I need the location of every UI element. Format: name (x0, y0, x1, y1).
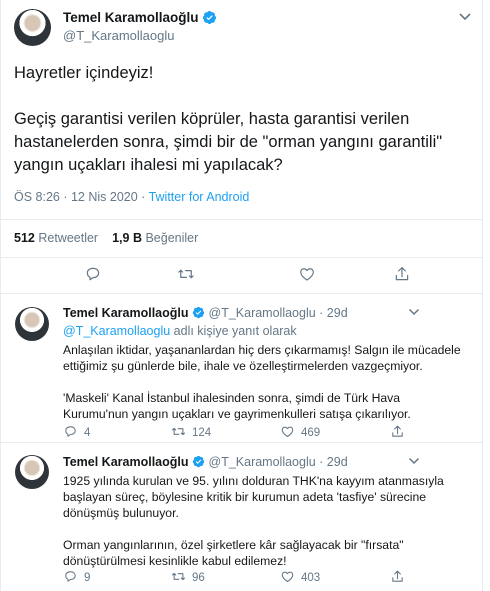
share-icon (392, 570, 403, 582)
replying-to: @T_Karamollaoglu adlı kişiye yanıt olara… (63, 324, 297, 338)
divider (1, 219, 482, 220)
reply-age[interactable]: 29d (327, 455, 348, 469)
reply-text: 1925 yılında kurulan ve 95. yılını doldu… (63, 473, 468, 569)
retweet-button[interactable]: 124 (171, 424, 211, 440)
verified-badge-icon (192, 455, 204, 468)
reply-author-handle[interactable]: @T_Karamollaoglu (209, 455, 316, 469)
share-button[interactable] (390, 424, 411, 440)
like-count: 469 (301, 427, 321, 439)
reply-count: 4 (84, 427, 91, 439)
reply-bubble-icon (65, 571, 76, 582)
separator: · (315, 455, 327, 469)
reply-author-handle[interactable]: @T_Karamollaoglu (209, 306, 316, 320)
reply-actions: 9 96 403 (63, 569, 468, 585)
reply-author-name[interactable]: Temel Karamollaoğlu (63, 306, 189, 320)
tweet-source-link[interactable]: Twitter for Android (149, 190, 250, 204)
retweets-stat[interactable]: 512 Retweetler (14, 231, 98, 245)
reply-bubble-icon (65, 426, 76, 437)
reply-tweet[interactable]: Temel Karamollaoğlu @T_Karamollaoglu · 29… (1, 294, 482, 442)
replying-to-suffix: adlı kişiye yanıt olarak (170, 324, 297, 338)
reply-author-avatar[interactable] (15, 455, 49, 489)
reply-author-name[interactable]: Temel Karamollaoğlu (63, 455, 189, 469)
author-handle[interactable]: @T_Karamollaoglu (63, 28, 174, 43)
reply-button[interactable]: 9 (63, 569, 90, 585)
divider (1, 257, 482, 258)
retweets-count: 512 (14, 231, 35, 245)
reply-paragraph: Anlaşılan iktidar, yaşananlardan hiç der… (63, 343, 461, 373)
heart-icon (281, 571, 294, 583)
reply-author-avatar[interactable] (15, 307, 49, 341)
share-button[interactable] (390, 569, 411, 585)
chevron-down-icon[interactable] (408, 457, 420, 465)
retweet-count: 96 (192, 572, 205, 584)
like-button[interactable]: 469 (280, 424, 320, 440)
reply-actions: 4 124 469 (63, 424, 468, 440)
separator: · (315, 306, 327, 320)
reply-paragraph: 'Maskeli' Kanal İstanbul ihalesinden son… (63, 391, 411, 421)
reply-count: 9 (84, 572, 91, 584)
reply-header: Temel Karamollaoğlu @T_Karamollaoglu · 29… (63, 306, 420, 320)
likes-stat[interactable]: 1,9 B Beğeniler (112, 231, 198, 245)
reply-tweet[interactable]: Temel Karamollaoğlu @T_Karamollaoglu · 29… (1, 443, 482, 591)
tweet-stats: 512 Retweetler 1,9 B Beğeniler (14, 231, 198, 245)
reply-bubble-icon[interactable] (84, 265, 102, 283)
retweet-count: 124 (192, 427, 212, 439)
retweets-label: Retweetler (38, 231, 99, 245)
author-avatar[interactable] (14, 9, 51, 46)
reply-age[interactable]: 29d (327, 306, 348, 320)
verified-badge-icon (192, 306, 204, 319)
chevron-down-icon[interactable] (408, 308, 420, 316)
reply-paragraph: 1925 yılında kurulan ve 95. yılını doldu… (63, 474, 444, 520)
author-name[interactable]: Temel Karamollaoğlu (63, 10, 199, 25)
heart-icon (281, 426, 294, 438)
like-button[interactable]: 403 (280, 569, 320, 585)
reply-button[interactable]: 4 (63, 424, 90, 440)
tweet-timestamp[interactable]: ÖS 8:26 · 12 Nis 2020 · (14, 190, 149, 204)
retweet-icon (172, 427, 185, 436)
reply-paragraph: Orman yangınlarının, özel şirketlere kâr… (63, 538, 404, 568)
replying-to-handle[interactable]: @T_Karamollaoglu (63, 324, 170, 338)
reply-text: Anlaşılan iktidar, yaşananlardan hiç der… (63, 342, 468, 422)
like-count: 403 (301, 572, 321, 584)
author-name-row[interactable]: Temel Karamollaoğlu (63, 10, 217, 25)
heart-icon[interactable] (298, 265, 316, 283)
tweet-meta: ÖS 8:26 · 12 Nis 2020 · Twitter for Andr… (14, 190, 249, 204)
chevron-down-icon[interactable] (458, 12, 472, 22)
likes-label: Beğeniler (145, 231, 199, 245)
reply-header: Temel Karamollaoğlu @T_Karamollaoglu · 29… (63, 455, 420, 469)
retweet-icon[interactable] (177, 265, 195, 283)
tweet-thread: Temel Karamollaoğlu @T_Karamollaoglu Hay… (0, 0, 483, 591)
share-icon[interactable] (393, 265, 411, 283)
tweet-text: Hayretler içindeyiz! Geçiş garantisi ver… (14, 62, 469, 177)
likes-count: 1,9 B (112, 231, 142, 245)
retweet-icon (172, 572, 185, 581)
retweet-button[interactable]: 96 (171, 569, 205, 585)
share-icon (392, 425, 403, 437)
tweet-text-line: Geçiş garantisi verilen köprüler, hasta … (14, 110, 443, 174)
tweet-text-line: Hayretler içindeyiz! (14, 64, 154, 82)
verified-badge-icon (202, 10, 216, 25)
